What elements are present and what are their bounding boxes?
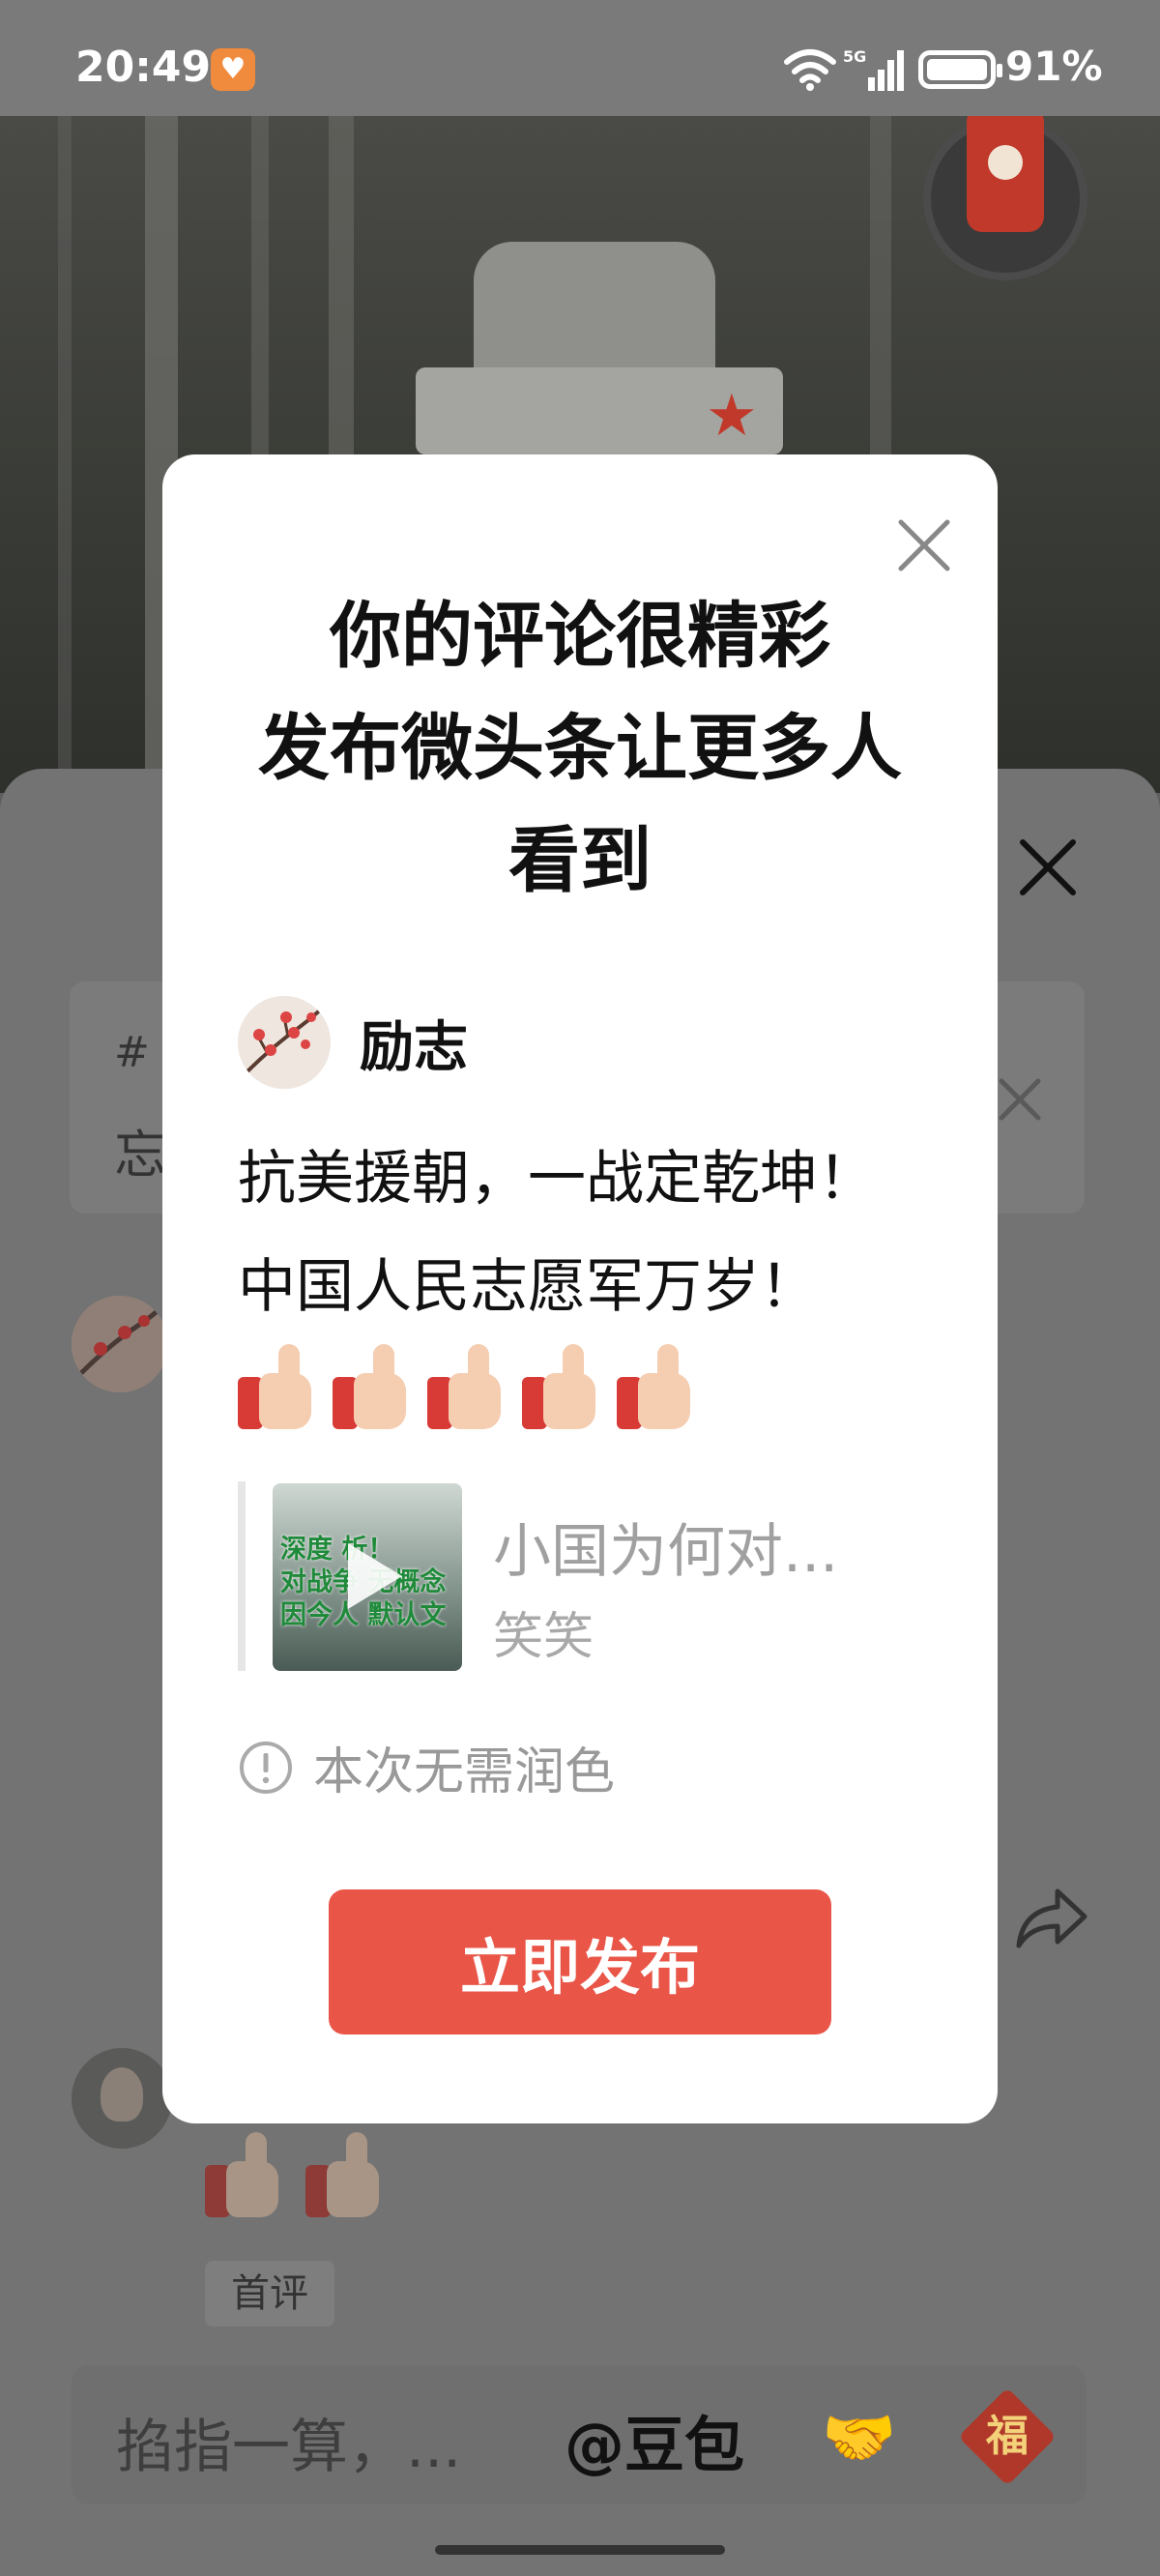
handshake-icon[interactable]: 🤝: [822, 2402, 896, 2474]
share-icon[interactable]: [1013, 1886, 1090, 1953]
avatar[interactable]: [72, 1296, 168, 1392]
thumbs-up-icon: [617, 1344, 698, 1431]
info-icon: [240, 1741, 292, 1794]
home-indicator[interactable]: [435, 2545, 725, 2555]
author-name: 励志: [360, 1015, 468, 1079]
play-icon: [348, 1543, 402, 1609]
battery-percentage: 91%: [1005, 43, 1103, 90]
avatar[interactable]: [72, 2048, 172, 2149]
fu-sticker-glyph: 福: [986, 2412, 1029, 2461]
mention-doubao-button[interactable]: @豆包: [565, 2396, 744, 2483]
quote-bar: [238, 1481, 246, 1671]
heart-icon: ♥: [211, 48, 255, 91]
post-text-line: 中国人民志愿军万岁！: [238, 1253, 818, 1321]
quoted-title[interactable]: 小国为何对...: [493, 1505, 838, 1589]
publish-now-button[interactable]: 立即发布: [329, 1889, 831, 2034]
thumbs-up-icon: [205, 2132, 286, 2219]
thumbs-up-icon: [305, 2132, 387, 2219]
tank-image: ★: [416, 222, 783, 454]
signal-icon: 5G: [843, 47, 904, 91]
topic-hashtag-icon: #: [114, 1028, 150, 1077]
first-comment-tag: 首评: [205, 2261, 334, 2327]
topic-text: 忘: [114, 1125, 166, 1186]
red-envelope-icon[interactable]: [967, 106, 1044, 232]
dialog-close-icon[interactable]: [897, 518, 951, 572]
title-line: 你的评论很精彩: [330, 595, 830, 678]
quoted-author: 笑笑: [493, 1608, 594, 1666]
close-icon[interactable]: [1017, 836, 1079, 898]
input-placeholder[interactable]: 掐指一算，...: [116, 2400, 461, 2484]
notice-row: 本次无需润色: [238, 1731, 615, 1803]
thumbs-up-icon: [427, 1344, 508, 1431]
status-time: 20:49: [75, 43, 212, 92]
status-bar: 20:49 ♥ 5G 91%: [0, 0, 1160, 116]
battery-icon: [918, 50, 1002, 89]
thumbs-up-icon: [238, 1344, 319, 1431]
dialog-title: 你的评论很精彩 发布微头条让更多人 看到: [162, 580, 998, 917]
quoted-video-thumbnail[interactable]: 深度 析！ 对战争 无概念 因今人 默认文: [273, 1483, 462, 1671]
title-line: 发布微头条让更多人: [258, 707, 902, 790]
topic-close-icon[interactable]: [996, 1075, 1044, 1124]
emoji-row: [238, 1344, 698, 1431]
notice-text: 本次无需润色: [313, 1743, 616, 1801]
network-label: 5G: [843, 47, 866, 66]
title-line: 看到: [508, 819, 652, 902]
thumbs-up-icon: [333, 1344, 414, 1431]
wifi-icon: [784, 49, 836, 91]
emoji-row: [205, 2132, 387, 2219]
author-row: 励志: [238, 996, 468, 1089]
thumbs-up-icon: [522, 1344, 603, 1431]
post-text-line: 抗美援朝，一战定乾坤！: [238, 1145, 876, 1213]
publish-dialog: 你的评论很精彩 发布微头条让更多人 看到 励志 抗美援朝，一战定乾坤！ 中国人民…: [162, 454, 998, 2123]
author-avatar: [238, 996, 331, 1089]
